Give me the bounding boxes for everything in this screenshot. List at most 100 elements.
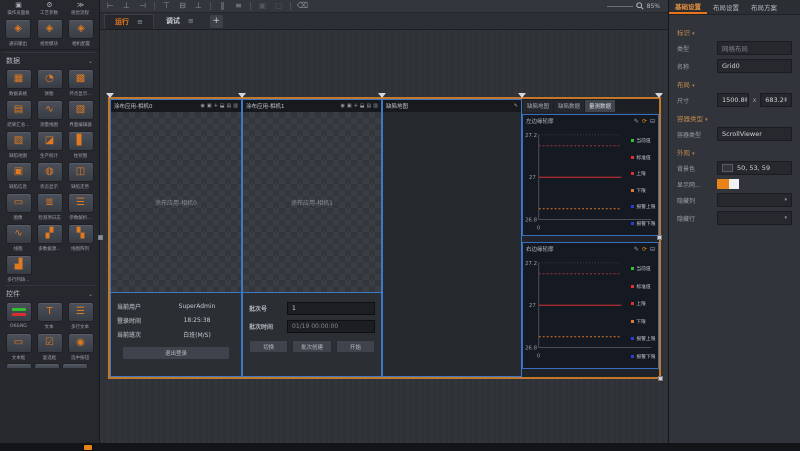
delete-icon[interactable]: ▥	[373, 103, 378, 109]
resize-handle-left[interactable]	[98, 235, 103, 240]
column-marker[interactable]	[655, 93, 663, 98]
panel-measure-data[interactable]: 缺陷地图 缺陷数据 量测数据 左边缘轮廓 ✎ ⟳ ⊟	[522, 99, 659, 377]
distribute-v-icon[interactable]: ≡	[232, 1, 245, 11]
name-field[interactable]: Grid0	[717, 59, 792, 73]
align-bottom-icon[interactable]: ⊥	[192, 1, 205, 11]
frame-icon[interactable]: ▣	[207, 103, 212, 109]
toolbox-item-radio-button[interactable]: ◉选中按钮	[66, 333, 95, 361]
camera-config-button[interactable]: ◈ 相机配置	[66, 19, 96, 47]
toolbox-item-defect-trend[interactable]: ◫缺陷走势	[66, 162, 95, 190]
tab-measure-data[interactable]: 量测数据	[585, 100, 615, 112]
comm-output-button[interactable]: ◈ 通讯输出	[3, 19, 33, 47]
edit-icon[interactable]: ▤	[227, 103, 232, 109]
tab-layout-scheme[interactable]: 布局方案	[745, 0, 783, 14]
toolbox-item-status-display[interactable]: ◍状态显示	[35, 162, 64, 190]
section-layout[interactable]: 布局 ▾	[677, 79, 792, 89]
batch-create-button[interactable]: 批次创建	[292, 340, 331, 353]
defect-map-body[interactable]	[383, 112, 521, 376]
flip-icon[interactable]: ⬓	[360, 103, 365, 109]
pencil-icon[interactable]: ✎	[634, 246, 639, 253]
add-tab-button[interactable]: +	[210, 15, 223, 28]
toolbox-item-line-chart[interactable]: ∿线图	[4, 224, 33, 252]
toolbox-item-defect-info[interactable]: ▣缺陷信息	[4, 162, 33, 190]
group-icon[interactable]: ▣	[256, 1, 269, 11]
trash-icon[interactable]: ⊟	[650, 118, 655, 125]
tab-defect-data[interactable]: 缺陷数据	[554, 100, 584, 112]
column-marker[interactable]	[238, 93, 246, 98]
toolbox-item-pie-chart[interactable]: ◔饼图	[35, 69, 64, 97]
tab-run[interactable]: 运行 ≡	[104, 14, 154, 29]
batch-time-input[interactable]: 01/19 00:00:00	[287, 320, 375, 333]
vision-flow-button[interactable]: ≫ 视觉流程	[65, 1, 96, 16]
batch-no-input[interactable]: 1	[287, 302, 375, 315]
column-marker[interactable]	[106, 93, 114, 98]
camera1-image-area[interactable]: 涂布应用-相机1	[243, 112, 381, 292]
align-center-icon[interactable]: ⊥	[120, 1, 133, 11]
operator-panel-button[interactable]: ▣ 操作员面板	[3, 1, 34, 16]
section-appearance[interactable]: 外观 ▾	[677, 147, 792, 157]
panel-camera1[interactable]: 涂布应用-相机1 ◉ ▣ ✛ ⬓ ▤ ▥ 涂布应用-相机1	[242, 99, 382, 377]
toolbox-item-checkbox[interactable]: ☑复选框	[35, 333, 64, 361]
spinner-arrows[interactable]: ▲▼	[784, 97, 787, 104]
pencil-icon[interactable]: ✎	[634, 118, 639, 125]
tab-basic-settings[interactable]: 基础设置	[669, 0, 707, 14]
logout-button[interactable]: 退出登录	[122, 346, 231, 360]
tab-defect-map[interactable]: 缺陷地图	[523, 100, 553, 112]
tab-layout-settings[interactable]: 布局设置	[707, 0, 745, 14]
bg-color-field[interactable]: 50, 53, 59	[717, 161, 792, 175]
hide-row-dropdown[interactable]: ▾	[717, 211, 792, 225]
refresh-icon[interactable]: ⟳	[642, 118, 647, 125]
trash-icon[interactable]: ⊟	[650, 246, 655, 253]
move-icon[interactable]: ✛	[214, 103, 218, 109]
color-swatch[interactable]	[722, 164, 733, 172]
camera0-image-area[interactable]: 涂布应用-相机0	[111, 112, 241, 292]
toolbox-item-param-parse[interactable]: ☰参数解析...	[66, 193, 95, 221]
container-type-field[interactable]: ScrollViewer	[717, 127, 792, 141]
switch-button[interactable]: 切换	[249, 340, 288, 353]
distribute-h-icon[interactable]: ∥	[216, 1, 229, 11]
design-canvas[interactable]: 涂布应用-相机0 ◉ ▣ ✛ ⬓ ▤ ▥ 涂布应用-相机0	[100, 30, 668, 443]
tab-menu-icon[interactable]: ≡	[188, 17, 194, 25]
hide-column-dropdown[interactable]: ▾	[717, 193, 792, 207]
delete-icon[interactable]: ⌫	[296, 1, 309, 11]
toolbox-item-image[interactable]: ▭图像	[4, 193, 33, 221]
column-marker[interactable]	[378, 93, 386, 98]
show-grid-toggle[interactable]	[717, 179, 739, 189]
refresh-icon[interactable]: ⟳	[642, 246, 647, 253]
data-section-header[interactable]: 数据 ⌄	[4, 52, 95, 69]
align-right-icon[interactable]: ⊣	[136, 1, 149, 11]
toolbox-item-multiline-text[interactable]: ☰多行文本	[66, 302, 95, 330]
delete-icon[interactable]: ▥	[233, 103, 238, 109]
toolbox-item-textbox[interactable]: ▭文本框	[4, 333, 33, 361]
grid-selection[interactable]: 涂布应用-相机0 ◉ ▣ ✛ ⬓ ▤ ▥ 涂布应用-相机0	[108, 97, 661, 379]
tab-menu-icon[interactable]: ≡	[137, 18, 143, 26]
height-field[interactable]: 683.2▲▼	[760, 93, 792, 107]
toolbox-item-page-editor[interactable]: ▧界面编辑器	[66, 100, 95, 128]
zoom-slider[interactable]	[607, 6, 633, 7]
start-button[interactable]: 开始	[336, 340, 375, 353]
type-field[interactable]: 网格布局	[717, 41, 792, 55]
toolbox-item-defect-map[interactable]: ▨缺陷地图	[4, 131, 33, 159]
zoom-control[interactable]: 85%	[607, 2, 660, 10]
align-top-icon[interactable]: ⊤	[160, 1, 173, 11]
toolbox-item-line-array[interactable]: ▚线图阵列	[66, 224, 95, 252]
toolbox-item-result-summary[interactable]: ▤结果汇总...	[4, 100, 33, 128]
chart-left-edge[interactable]: 左边缘轮廓 ✎ ⟳ ⊟	[522, 114, 659, 236]
vision-module-button[interactable]: ◈ 视觉模块	[35, 19, 65, 47]
toolbox-item-multi-source[interactable]: ▞多数据源...	[35, 224, 64, 252]
frame-icon[interactable]: ▣	[347, 103, 352, 109]
panel-camera0[interactable]: 涂布应用-相机0 ◉ ▣ ✛ ⬓ ▤ ▥ 涂布应用-相机0	[110, 99, 242, 377]
chart-right-edge[interactable]: 右边缘轮廓 ✎ ⟳ ⊟	[522, 242, 659, 369]
toolbox-item-production-stats[interactable]: ◪生产统计	[35, 131, 64, 159]
flip-icon[interactable]: ⬓	[220, 103, 225, 109]
section-identity[interactable]: 标识 ▾	[677, 27, 792, 37]
controls-section-header[interactable]: 控件 ⌄	[4, 285, 95, 302]
toolbox-item-dead-pixel[interactable]: ▩坏点显示...	[66, 69, 95, 97]
resize-handle-corner[interactable]	[658, 376, 663, 381]
toolbox-item-inspection-log[interactable]: ≣检测项日志	[35, 193, 64, 221]
align-middle-icon[interactable]: ⊟	[176, 1, 189, 11]
toolbox-item-data-table[interactable]: ▦数据表格	[4, 69, 33, 97]
ungroup-icon[interactable]: ▢	[272, 1, 285, 11]
move-icon[interactable]: ✛	[354, 103, 358, 109]
eye-icon[interactable]: ◉	[200, 103, 204, 109]
